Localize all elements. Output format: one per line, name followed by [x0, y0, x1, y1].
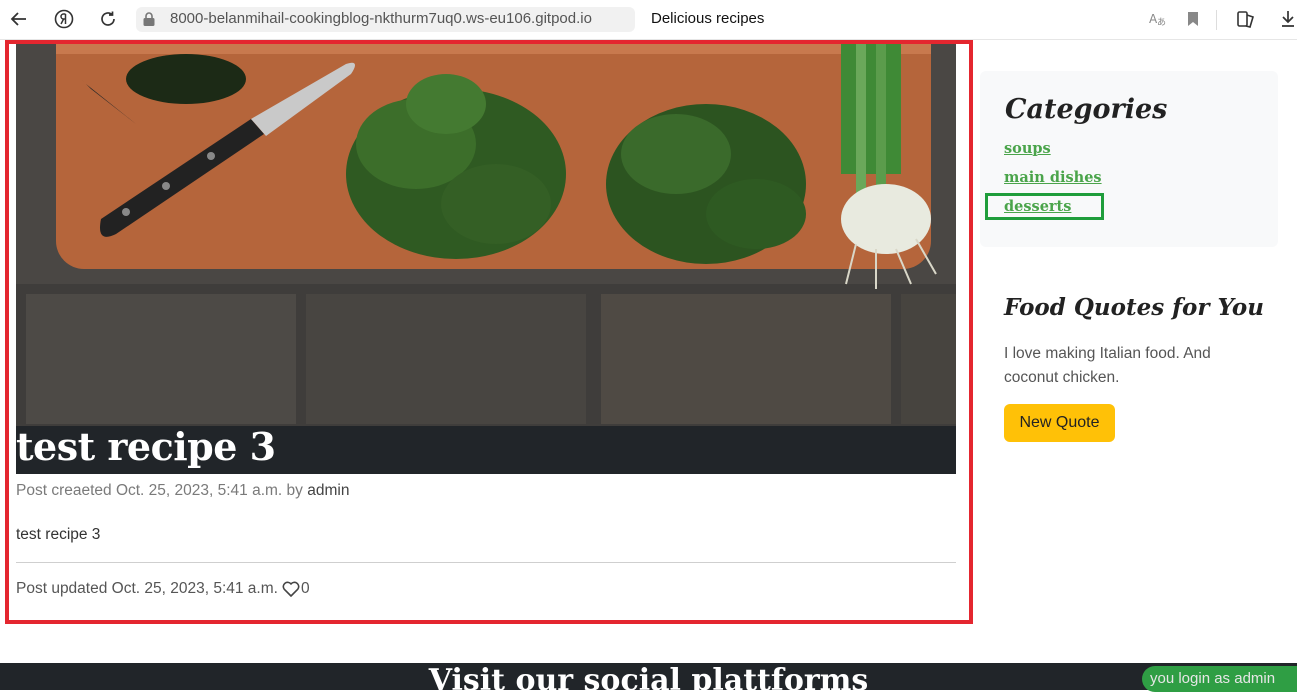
new-quote-button[interactable]: New Quote — [1004, 404, 1115, 442]
post-meta: Post creaeted Oct. 25, 2023, 5:41 a.m. b… — [16, 482, 349, 500]
browser-toolbar: 8000-belanmihail-cookingblog-nkthurm7uq0… — [0, 0, 1297, 40]
post-body: test recipe 3 — [16, 526, 101, 543]
reload-icon[interactable] — [97, 8, 119, 30]
bookmark-icon[interactable] — [1182, 8, 1204, 30]
like-count: 0 — [300, 580, 310, 597]
yandex-icon[interactable] — [53, 8, 75, 30]
footer-title: Visit our social plattforms — [428, 663, 869, 690]
download-icon[interactable] — [1277, 8, 1297, 30]
heart-icon[interactable] — [282, 581, 300, 597]
login-status-badge: you login as admin — [1142, 666, 1297, 692]
post-updated-text: Post updated Oct. 25, 2023, 5:41 a.m. — [16, 580, 278, 597]
site-footer: Visit our social plattforms — [0, 663, 1297, 690]
quotes-heading: Food Quotes for You — [1004, 294, 1264, 321]
post-author: admin — [307, 482, 350, 499]
collections-icon[interactable] — [1235, 8, 1257, 30]
category-link-main-dishes[interactable]: main dishes — [1004, 169, 1102, 186]
post-created-text: Post creaeted Oct. 25, 2023, 5:41 a.m. b… — [16, 482, 308, 499]
lock-icon — [142, 11, 156, 27]
post-title: test recipe 3 — [16, 424, 276, 469]
post-footer: Post updated Oct. 25, 2023, 5:41 a.m. 0 — [16, 580, 310, 598]
toolbar-divider — [1216, 10, 1217, 30]
quote-text: I love making Italian food. And coconut … — [1004, 345, 1211, 386]
svg-text:あ: あ — [1157, 17, 1166, 27]
page-title-label: Delicious recipes — [651, 10, 765, 27]
recipe-image — [16, 44, 956, 427]
url-text[interactable]: 8000-belanmihail-cookingblog-nkthurm7uq0… — [170, 10, 592, 27]
back-icon[interactable] — [8, 8, 30, 30]
desserts-highlight — [985, 193, 1104, 220]
categories-heading: Categories — [1005, 94, 1168, 125]
category-link-soups[interactable]: soups — [1004, 140, 1051, 157]
translate-icon[interactable]: Aあ — [1147, 8, 1169, 30]
post-divider — [16, 562, 956, 563]
